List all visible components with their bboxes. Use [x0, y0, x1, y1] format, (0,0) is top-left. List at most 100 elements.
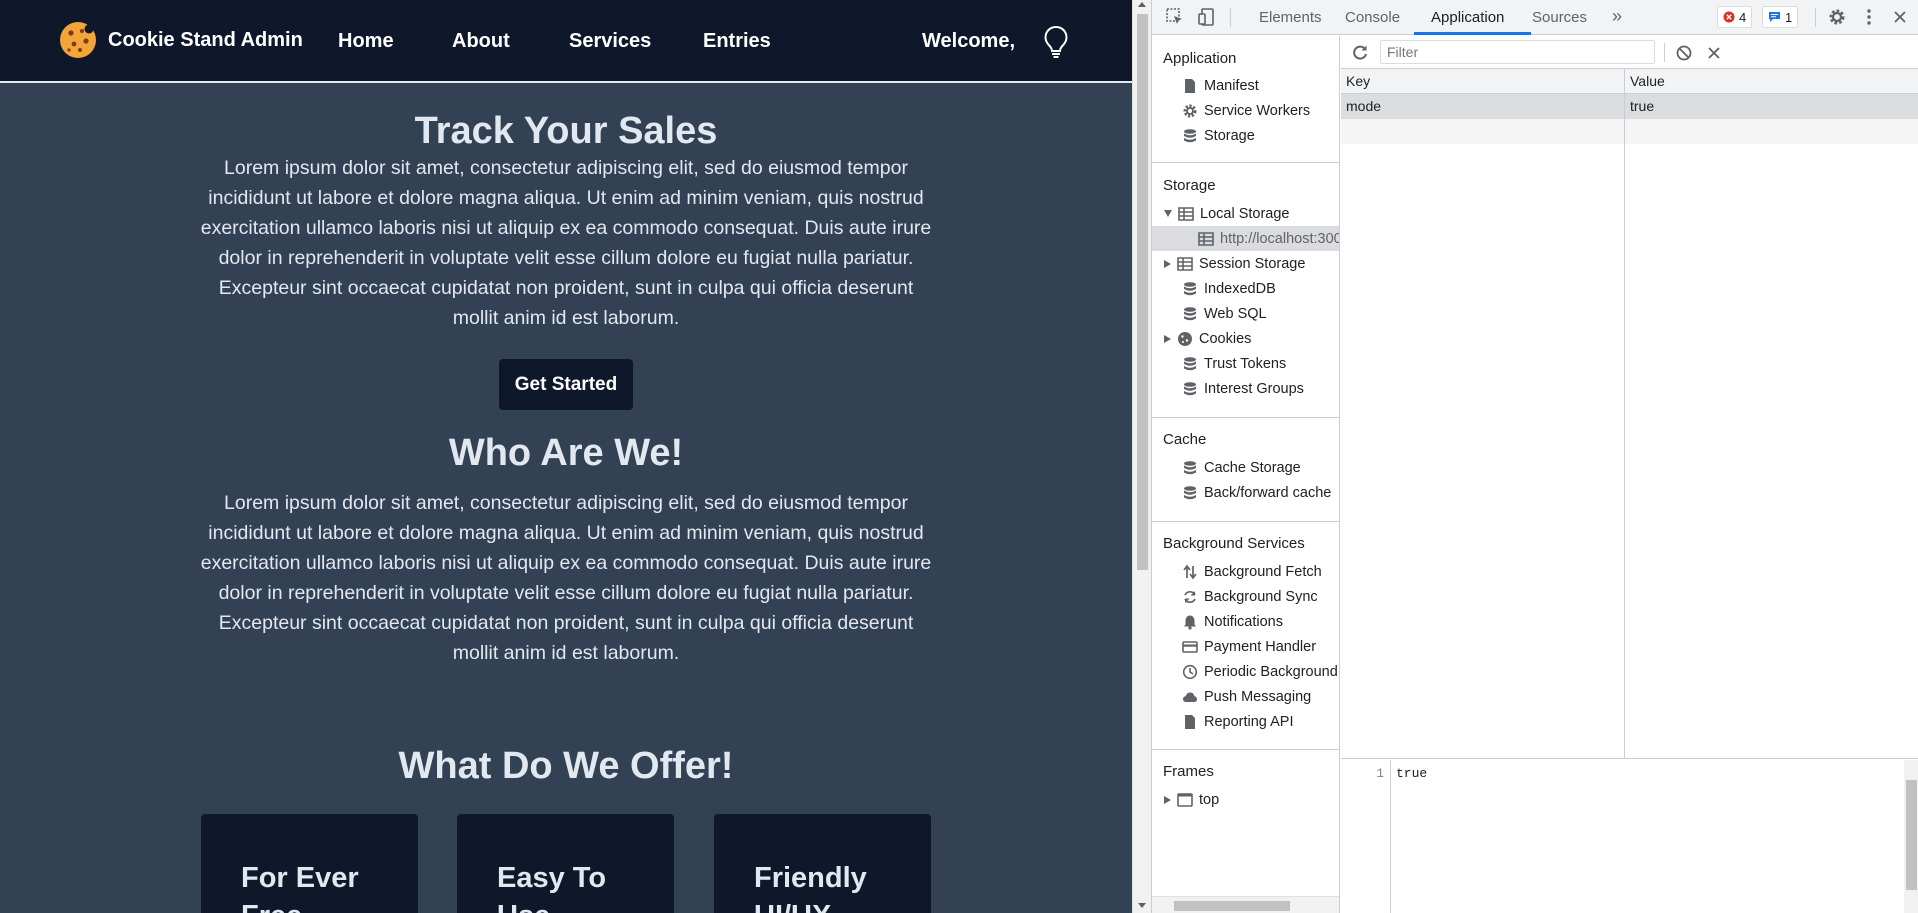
refresh-icon[interactable] [1351, 44, 1369, 62]
sidebar-item-cookies[interactable]: Cookies [1152, 326, 1339, 351]
inspect-element-icon[interactable] [1165, 7, 1185, 27]
sidebar-item-payment-handler[interactable]: Payment Handler [1152, 634, 1339, 659]
page-vertical-scrollbar[interactable] [1132, 0, 1151, 913]
card-icon [1182, 640, 1198, 653]
tab-console[interactable]: Console [1345, 9, 1400, 26]
tab-application[interactable]: Application [1431, 9, 1504, 26]
nav-entries-link[interactable]: Entries [703, 30, 771, 53]
clear-all-icon[interactable] [1675, 44, 1693, 62]
sidebar-item-label: IndexedDB [1204, 280, 1276, 297]
gear-icon [1183, 104, 1197, 117]
about-title: Who Are We! [448, 432, 684, 474]
cookie-logo-icon [60, 22, 96, 58]
toolbar-separator [1230, 8, 1231, 27]
line-gutter: 1 [1341, 760, 1391, 913]
filter-input[interactable] [1380, 40, 1655, 64]
page-viewport: Cookie Stand Admin Home About Services E… [0, 0, 1132, 913]
arrows-icon [1183, 564, 1197, 579]
sidebar-item-interest-groups[interactable]: Interest Groups [1152, 376, 1339, 401]
delete-selected-icon[interactable] [1705, 44, 1723, 62]
database-icon [1184, 460, 1196, 474]
active-tab-indicator [1414, 32, 1531, 35]
sidebar-item-notifications[interactable]: Notifications [1152, 609, 1339, 634]
message-count-badge[interactable]: 1 [1762, 6, 1799, 28]
sidebar-header-cache: Cache [1163, 431, 1207, 448]
sidebar-item-trust-tokens[interactable]: Trust Tokens [1152, 351, 1339, 376]
key-column-header[interactable]: Key [1346, 73, 1370, 89]
sidebar-item-back-forward-cache[interactable]: Back/forward cache [1152, 480, 1339, 505]
table-header: Key Value [1341, 69, 1918, 94]
sidebar-item-manifest[interactable]: Manifest [1152, 73, 1339, 98]
sidebar-item-storage[interactable]: Storage [1152, 123, 1339, 148]
sidebar-item-label: Push Messaging [1204, 688, 1312, 705]
sidebar-item-localhost-origin[interactable]: http://localhost:3000 [1152, 226, 1339, 251]
sidebar-item-label: Cache Storage [1204, 459, 1301, 476]
tab-elements[interactable]: Elements [1259, 9, 1322, 26]
sidebar-item-service-workers[interactable]: Service Workers [1152, 98, 1339, 123]
sidebar-item-label: Background Fetch [1204, 563, 1322, 580]
close-devtools-icon[interactable] [1890, 7, 1910, 27]
error-count-badge[interactable]: 4 [1717, 6, 1753, 28]
about-text: Lorem ipsum dolor sit amet, consectetur … [200, 492, 932, 664]
frame-icon [1177, 792, 1193, 807]
sync-icon [1184, 590, 1196, 603]
lightbulb-icon[interactable] [1043, 25, 1069, 59]
scroll-down-arrow-icon[interactable] [1138, 903, 1146, 908]
sidebar-item-label: Back/forward cache [1204, 484, 1332, 501]
value-column-header[interactable]: Value [1630, 73, 1665, 89]
nav-about-link[interactable]: About [452, 30, 510, 53]
database-icon [1184, 281, 1196, 295]
sidebar-item-label: Trust Tokens [1204, 355, 1287, 372]
offer-title: What Do We Offer! [398, 745, 734, 787]
device-toggle-icon[interactable] [1197, 7, 1217, 27]
brand[interactable]: Cookie Stand Admin [58, 20, 303, 60]
hero-text: Lorem ipsum dolor sit amet, consectetur … [200, 157, 932, 329]
sidebar-item-frame-top[interactable]: top [1152, 787, 1339, 812]
nav-services-link[interactable]: Services [569, 30, 651, 53]
scrollbar-thumb[interactable] [1137, 14, 1148, 570]
database-icon [1184, 356, 1196, 370]
sidebar-item-background-fetch[interactable]: Background Fetch [1152, 559, 1339, 584]
scroll-up-arrow-icon[interactable] [1138, 2, 1146, 7]
scrollbar-thumb[interactable] [1174, 901, 1290, 911]
scrollbar-thumb[interactable] [1906, 780, 1917, 890]
row-value: true [1630, 98, 1655, 114]
sidebar-item-background-sync[interactable]: Background Sync [1152, 584, 1339, 609]
sidebar-item-indexeddb[interactable]: IndexedDB [1152, 276, 1339, 301]
sidebar-item-cache-storage[interactable]: Cache Storage [1152, 455, 1339, 480]
database-icon [1184, 128, 1196, 142]
nav-home-link[interactable]: Home [338, 30, 394, 53]
sidebar-item-label: Local Storage [1200, 205, 1290, 222]
preview-text[interactable]: true [1396, 766, 1427, 781]
application-sidebar: Application Manifest Service Workers Sto… [1152, 36, 1340, 913]
expand-arrow-icon[interactable] [1164, 210, 1172, 217]
sidebar-item-web-sql[interactable]: Web SQL [1152, 301, 1339, 326]
tab-sources[interactable]: Sources [1532, 9, 1587, 26]
sidebar-header-application: Application [1163, 50, 1237, 67]
sidebar-item-push-messaging[interactable]: Push Messaging [1152, 684, 1339, 709]
more-tabs-icon[interactable]: » [1612, 6, 1622, 27]
collapse-arrow-icon[interactable] [1164, 795, 1171, 804]
sidebar-item-periodic-background-sync[interactable]: Periodic Background Sync [1152, 659, 1339, 684]
column-divider[interactable] [1624, 69, 1625, 759]
table-row[interactable]: mode true [1341, 94, 1918, 119]
offer-card: Friendly UI/UX [714, 814, 931, 913]
offer-card: For Ever Free [201, 814, 418, 913]
sidebar-item-session-storage[interactable]: Session Storage [1152, 251, 1339, 276]
preview-scrollbar[interactable] [1904, 760, 1918, 913]
sidebar-horizontal-scrollbar[interactable] [1152, 896, 1339, 913]
gear-icon[interactable] [1827, 7, 1847, 27]
collapse-arrow-icon[interactable] [1164, 259, 1171, 268]
local-storage-table: Key Value mode true [1341, 69, 1918, 759]
sidebar-item-reporting-api[interactable]: Reporting API [1152, 709, 1339, 734]
table-row-empty[interactable] [1341, 119, 1918, 144]
offer-card-title: Friendly UI/UX [754, 862, 867, 913]
message-icon [1769, 12, 1780, 22]
collapse-arrow-icon[interactable] [1164, 334, 1171, 343]
get-started-button[interactable]: Get Started [499, 359, 633, 410]
cloud-icon [1183, 692, 1197, 702]
more-options-icon[interactable] [1859, 7, 1879, 27]
file-icon [1185, 714, 1195, 729]
sidebar-item-local-storage[interactable]: Local Storage [1152, 201, 1339, 226]
clock-icon [1182, 664, 1198, 679]
